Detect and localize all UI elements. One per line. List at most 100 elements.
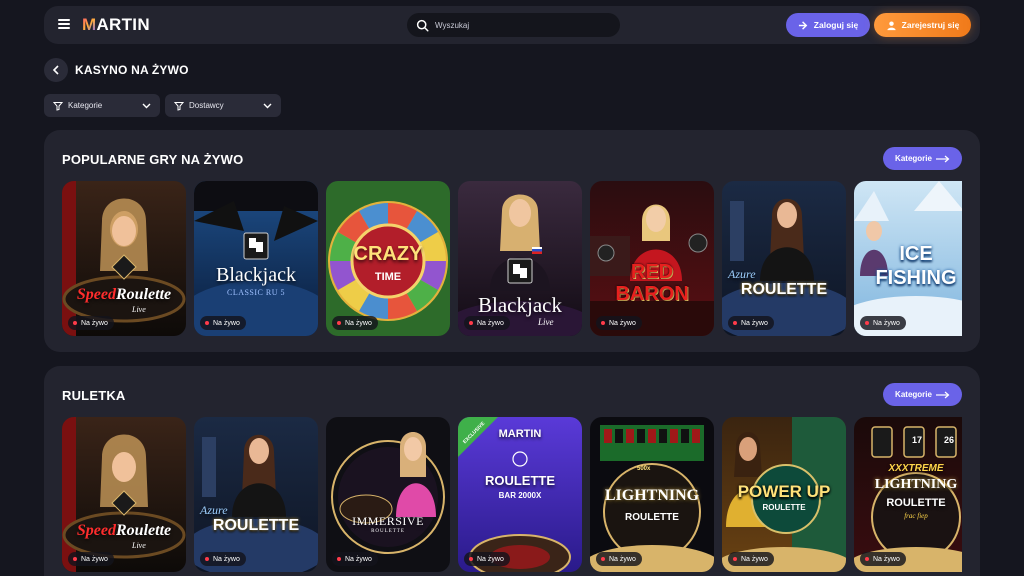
section-button-label: Kategorie — [895, 390, 932, 399]
game-title: SpeedRoulette — [76, 522, 172, 539]
game-title-prefix: Azure — [200, 503, 228, 517]
search-placeholder: Wyszukaj — [435, 20, 470, 30]
register-label: Zarejestruj się — [901, 20, 960, 30]
search-icon — [416, 19, 429, 32]
providers-filter-label: Dostawcy — [189, 101, 224, 110]
slot-number: 26 — [944, 435, 955, 445]
logo-m: M — [82, 15, 97, 34]
game-card[interactable]: Blackjack Live Na żywo — [458, 181, 582, 336]
page-title: KASYNO NA ŻYWO — [75, 63, 189, 77]
game-subtitle: Live — [538, 317, 554, 327]
game-title-prefix: Azure — [728, 267, 756, 281]
register-button[interactable]: Zarejestruj się — [874, 13, 971, 37]
game-card[interactable]: RED BARON Na żywo — [590, 181, 714, 336]
live-badge: Na żywo — [68, 316, 114, 330]
game-title: Blackjack — [216, 264, 296, 286]
game-card[interactable]: Azure ROULETTE Na żywo — [722, 181, 846, 336]
filter-icon — [174, 101, 184, 111]
categories-filter-label: Kategorie — [68, 101, 103, 110]
game-thumbnail — [194, 181, 318, 336]
game-subtitle: Live — [132, 305, 146, 314]
live-badge: Na żywo — [332, 316, 378, 330]
game-card[interactable]: EXCLUSIVE MARTIN ROULETTE BAR 2000X Na ż… — [458, 417, 582, 572]
live-badge: Na żywo — [200, 552, 246, 566]
game-title: IMMERSIVE — [352, 514, 424, 528]
live-badge: Na żywo — [596, 552, 642, 566]
arrow-right-icon — [935, 391, 950, 398]
chevron-down-icon — [263, 103, 272, 108]
game-title: ROULETTE — [484, 473, 556, 488]
game-card[interactable]: IMMERSIVE ROULETTE Na żywo — [326, 417, 450, 572]
section-categories-button[interactable]: Kategorie — [883, 383, 962, 406]
live-badge: Na żywo — [464, 316, 510, 330]
game-card[interactable]: CRAZY TIME Na żywo — [326, 181, 450, 336]
game-title: ICE — [899, 243, 933, 265]
arrow-right-icon — [935, 155, 950, 162]
logo[interactable]: MARTIN — [82, 15, 150, 35]
live-badge: Na żywo — [860, 552, 906, 566]
live-badge: Na żywo — [860, 316, 906, 330]
live-badge: Na żywo — [728, 552, 774, 566]
game-subtitle: ROULETTE — [762, 503, 806, 512]
back-button[interactable] — [44, 58, 68, 82]
game-card[interactable]: 500x LIGHTNING ROULETTE Na żywo — [590, 417, 714, 572]
section-button-label: Kategorie — [895, 154, 932, 163]
game-thumbnail — [326, 417, 450, 572]
game-card[interactable]: SpeedRoulette Live Na żywo — [62, 181, 186, 336]
game-title: LIGHTNING — [604, 487, 700, 504]
logo-text: ARTIN — [96, 15, 150, 34]
game-subtitle: ROULETTE — [371, 529, 405, 534]
section-categories-button[interactable]: Kategorie — [883, 147, 962, 170]
game-subtitle: FISHING — [875, 267, 957, 289]
game-subtitle: frac fiep — [904, 512, 928, 520]
games-row: SpeedRoulette Live Na żywo Blackjack CLA… — [62, 181, 962, 336]
game-card[interactable]: Azure ROULETTE Na żywo — [194, 417, 318, 572]
game-title: ROULETTE — [740, 281, 828, 298]
live-badge: Na żywo — [728, 316, 774, 330]
game-multiplier: 500x — [637, 466, 651, 472]
top-bar: MARTIN Wyszukaj Zaloguj się Zarejestruj … — [44, 6, 980, 44]
game-card[interactable]: Blackjack CLASSIC RU 5 Na żywo — [194, 181, 318, 336]
game-title: CRAZY — [353, 243, 423, 265]
game-title: ROULETTE — [212, 517, 300, 534]
game-card[interactable]: SpeedRoulette Live Na żywo — [62, 417, 186, 572]
game-subtitle: ROULETTE — [625, 512, 679, 523]
slot-number: 17 — [912, 435, 923, 445]
section-title: RULETKA — [62, 388, 126, 403]
live-badge: Na żywo — [200, 316, 246, 330]
chevron-left-icon — [52, 65, 59, 75]
search-input[interactable]: Wyszukaj — [407, 13, 620, 37]
chevron-down-icon — [142, 103, 151, 108]
game-title: LIGHTNING — [874, 477, 958, 492]
login-button[interactable]: Zaloguj się — [786, 13, 870, 37]
live-badge: Na żywo — [68, 552, 114, 566]
login-icon — [798, 20, 808, 30]
game-card[interactable]: POWER UP ROULETTE Na żywo — [722, 417, 846, 572]
game-title: POWER UP — [737, 482, 831, 501]
game-card[interactable]: 17 26 XXXTREME LIGHTNING ROULETTE frac f… — [854, 417, 962, 572]
login-label: Zaloguj się — [813, 20, 859, 30]
live-badge: Na żywo — [332, 552, 378, 566]
menu-icon[interactable] — [58, 19, 70, 29]
game-card[interactable]: ICE FISHING Na żywo — [854, 181, 962, 336]
live-badge: Na żywo — [464, 552, 510, 566]
game-subtitle: BAR 2000X — [498, 491, 542, 500]
game-title: RED — [630, 261, 674, 283]
game-thumbnail — [722, 181, 846, 336]
game-subtitle: BARON — [615, 283, 689, 305]
game-title-suffix: ROULETTE — [886, 497, 946, 509]
game-subtitle: TIME — [374, 271, 402, 283]
providers-filter[interactable]: Dostawcy — [165, 94, 281, 117]
section-roulette: RULETKA Kategorie SpeedRoulette Live Na … — [44, 366, 980, 576]
user-icon — [887, 20, 896, 30]
game-subtitle: Live — [132, 541, 146, 550]
game-title: SpeedRoulette — [76, 286, 172, 303]
game-thumbnail — [194, 417, 318, 572]
filter-icon — [53, 101, 63, 111]
games-row: SpeedRoulette Live Na żywo Azure ROULETT… — [62, 417, 962, 572]
section-popular-live: POPULARNE GRY NA ŻYWO Kategorie SpeedRou… — [44, 130, 980, 352]
game-subtitle: CLASSIC RU 5 — [226, 288, 285, 297]
categories-filter[interactable]: Kategorie — [44, 94, 160, 117]
game-title: Blackjack — [478, 293, 562, 317]
game-title-prefix: XXXTREME — [888, 463, 944, 474]
